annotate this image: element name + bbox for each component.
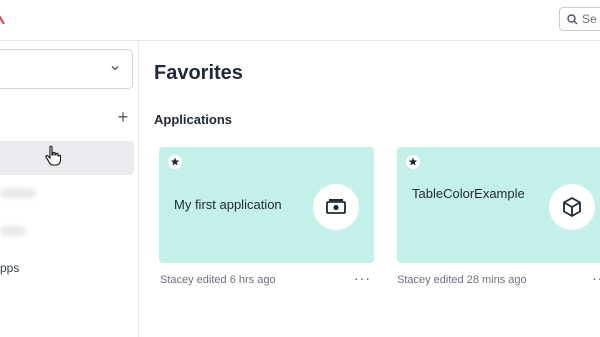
add-workspace-button[interactable]: + (114, 108, 132, 126)
top-bar: Se (0, 0, 600, 41)
sidebar-item-active[interactable] (0, 141, 134, 175)
money-icon (326, 199, 346, 214)
app-card[interactable]: TableColorExample (397, 147, 600, 263)
app-edited-info: Stacey edited 28 mins ago (397, 274, 527, 286)
sidebar-item-blurred-1[interactable] (0, 188, 36, 198)
app-card[interactable]: My first application (159, 147, 374, 263)
section-title-applications: Applications (154, 112, 233, 127)
logo-icon (0, 15, 5, 24)
cube-icon (563, 197, 581, 217)
app-icon-badge (549, 184, 595, 230)
star-icon[interactable] (168, 155, 182, 169)
workspace-select[interactable] (0, 49, 133, 89)
hand-cursor-icon (45, 145, 62, 166)
app-name[interactable]: TableColorExample (412, 184, 536, 204)
search-icon (567, 14, 578, 25)
sidebar: + pps (0, 41, 139, 337)
chevron-down-icon (111, 66, 119, 71)
search-placeholder: Se (582, 12, 597, 26)
star-icon[interactable] (406, 155, 420, 169)
search-input[interactable]: Se (559, 7, 600, 31)
sidebar-item-apps[interactable]: pps (0, 261, 19, 275)
page-title: Favorites (154, 62, 243, 84)
app-icon-badge (313, 184, 359, 230)
app-edited-info: Stacey edited 6 hrs ago (160, 274, 276, 286)
more-options-button[interactable]: ··· (592, 270, 600, 286)
app-name[interactable]: My first application (174, 195, 299, 215)
more-options-button[interactable]: ··· (354, 270, 371, 286)
sidebar-item-blurred-2[interactable] (0, 226, 26, 236)
